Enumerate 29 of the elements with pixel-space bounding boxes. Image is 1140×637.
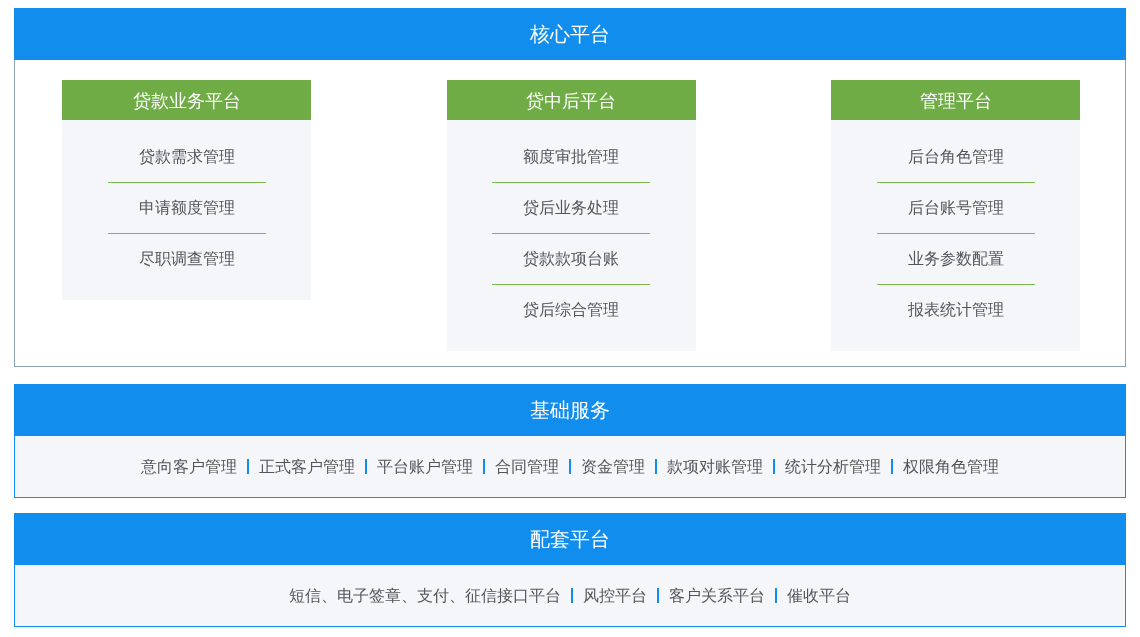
module-label: 贷款需求管理 xyxy=(138,146,235,168)
service-label: 正式客户管理 xyxy=(259,455,355,478)
section-header: 基础服务 xyxy=(14,384,1126,436)
service-label: 资金管理 xyxy=(581,455,645,478)
module-label: 业务参数配置 xyxy=(907,248,1004,270)
card-header: 管理平台 xyxy=(831,80,1080,120)
service-label: 风控平台 xyxy=(583,584,647,607)
service-label: 款项对账管理 xyxy=(667,455,763,478)
service-label: 意向客户管理 xyxy=(141,455,237,478)
service-label: 短信、电子签章、支付、征信接口平台 xyxy=(289,584,561,607)
service-label: 平台账户管理 xyxy=(377,455,473,478)
module-label: 贷后业务处理 xyxy=(523,197,619,219)
section-header: 核心平台 xyxy=(14,8,1126,60)
service-label: 催收平台 xyxy=(787,584,851,607)
module-label: 后台角色管理 xyxy=(907,146,1004,168)
module-label: 额度审批管理 xyxy=(523,146,619,168)
section-header: 配套平台 xyxy=(14,513,1126,565)
card-header: 贷款业务平台 xyxy=(62,80,311,120)
module-label: 报表统计管理 xyxy=(907,299,1004,321)
module-label: 尽职调查管理 xyxy=(138,248,235,270)
card-header: 贷中后平台 xyxy=(446,80,696,120)
module-label: 贷款款项台账 xyxy=(523,248,619,270)
service-label: 客户关系平台 xyxy=(669,584,765,607)
module-label: 申请额度管理 xyxy=(138,197,235,219)
service-label: 合同管理 xyxy=(495,455,559,478)
module-label: 贷后综合管理 xyxy=(523,299,619,321)
service-label: 统计分析管理 xyxy=(785,455,881,478)
service-label: 权限角色管理 xyxy=(903,455,999,478)
module-label: 后台账号管理 xyxy=(907,197,1004,219)
